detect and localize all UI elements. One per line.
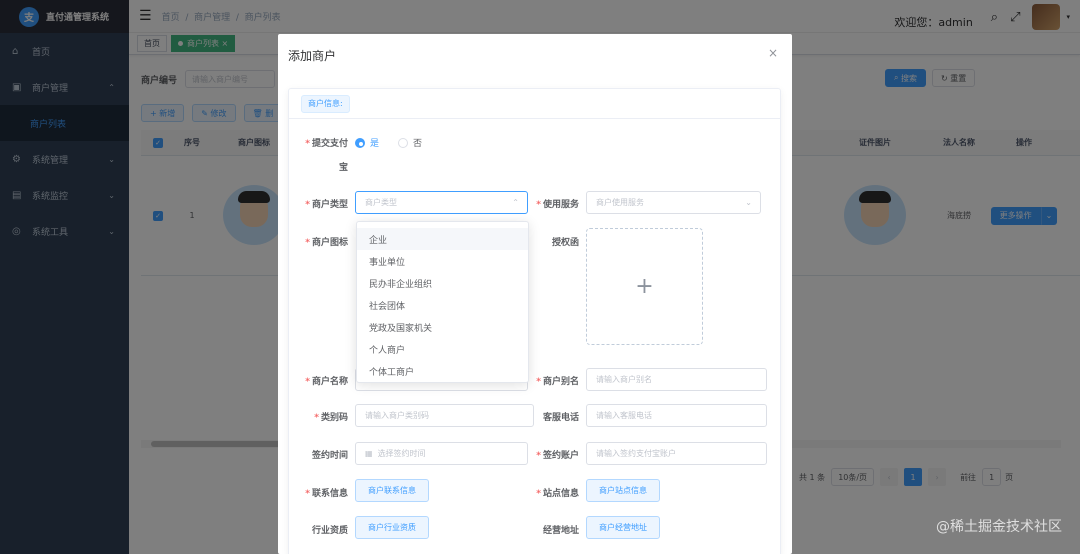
alias-label-text: 商户别名 bbox=[542, 377, 579, 387]
name-label-text: 商户名称 bbox=[311, 377, 348, 387]
address-label: 经营地址 bbox=[542, 526, 579, 536]
phone-label: 客服电话 bbox=[542, 413, 579, 423]
sign-account-label-text: 签约账户 bbox=[542, 451, 579, 461]
close-icon[interactable]: × bbox=[768, 46, 778, 60]
sign-time-placeholder: 选择签约时间 bbox=[377, 449, 426, 458]
radio-yes[interactable]: 是 bbox=[355, 136, 379, 149]
chevron-down-icon: ⌄ bbox=[745, 198, 752, 207]
sign-time-picker[interactable]: ▦ 选择签约时间 bbox=[355, 442, 528, 465]
contact-label: * 联系信息 bbox=[305, 489, 348, 499]
service-select[interactable]: 商户使用服务 ⌄ bbox=[586, 191, 761, 214]
dialog-title: 添加商户 bbox=[288, 49, 337, 63]
option-public-institution[interactable]: 事业单位 bbox=[357, 250, 528, 272]
alipay-label: * 提交支付 bbox=[305, 139, 348, 149]
alias-input[interactable]: 请输入商户别名 bbox=[586, 368, 767, 391]
name-label: * 商户名称 bbox=[305, 377, 348, 387]
site-label: * 站点信息 bbox=[536, 489, 579, 499]
site-info-button[interactable]: 商户站点信息 bbox=[586, 479, 660, 502]
service-label: * 使用服务 bbox=[536, 200, 579, 210]
address-button[interactable]: 商户经营地址 bbox=[586, 516, 660, 539]
option-social-group[interactable]: 社会团体 bbox=[357, 294, 528, 316]
category-label-text: 类别码 bbox=[320, 413, 348, 423]
phone-input[interactable]: 请输入客服电话 bbox=[586, 404, 767, 427]
contact-label-text: 联系信息 bbox=[311, 489, 348, 499]
radio-dot bbox=[398, 137, 408, 148]
card-header: 商户信息: bbox=[289, 89, 780, 119]
category-input[interactable]: 请输入商户类别码 bbox=[355, 404, 534, 427]
plus-icon: + bbox=[635, 274, 654, 299]
sign-account-label: * 签约账户 bbox=[536, 451, 579, 461]
icon-label-text: 商户图标 bbox=[311, 238, 348, 248]
sign-time-label: 签约时间 bbox=[311, 451, 348, 461]
radio-yes-label: 是 bbox=[370, 139, 380, 149]
category-label: * 类别码 bbox=[314, 413, 348, 423]
type-placeholder: 商户类型 bbox=[365, 198, 397, 207]
option-individual[interactable]: 个人商户 bbox=[357, 338, 528, 360]
service-placeholder: 商户使用服务 bbox=[596, 198, 644, 207]
option-private-nonprofit[interactable]: 民办非企业组织 bbox=[357, 272, 528, 294]
radio-dot bbox=[355, 137, 365, 148]
merchant-type-select[interactable]: 商户类型 ⌃ bbox=[355, 191, 528, 214]
option-enterprise[interactable]: 企业 bbox=[357, 228, 528, 250]
radio-no-label: 否 bbox=[413, 139, 423, 149]
type-label-text: 商户类型 bbox=[311, 200, 348, 210]
industry-label: 行业资质 bbox=[311, 526, 348, 536]
icon-label: * 商户图标 bbox=[305, 238, 348, 248]
option-government[interactable]: 党政及国家机关 bbox=[357, 316, 528, 338]
option-self-employed[interactable]: 个体工商户 bbox=[357, 360, 528, 382]
auth-uploader[interactable]: + bbox=[586, 228, 703, 345]
contact-info-button[interactable]: 商户联系信息 bbox=[355, 479, 429, 502]
site-label-text: 站点信息 bbox=[542, 489, 579, 499]
merchant-type-dropdown: 企业 事业单位 民办非企业组织 社会团体 党政及国家机关 个人商户 个体工商户 bbox=[356, 221, 529, 383]
service-label-text: 使用服务 bbox=[542, 200, 579, 210]
alipay-label-text: 提交支付 bbox=[311, 139, 348, 149]
section-tag: 商户信息: bbox=[301, 94, 350, 113]
radio-no[interactable]: 否 bbox=[398, 136, 422, 149]
watermark: @稀土掘金技术社区 bbox=[936, 519, 1062, 535]
type-label: * 商户类型 bbox=[305, 200, 348, 210]
alipay-label-wrap: 宝 bbox=[338, 163, 348, 173]
calendar-icon: ▦ bbox=[365, 449, 373, 458]
chevron-up-icon: ⌃ bbox=[512, 198, 519, 207]
industry-button[interactable]: 商户行业资质 bbox=[355, 516, 429, 539]
sign-account-input[interactable]: 请输入签约支付宝账户 bbox=[586, 442, 767, 465]
